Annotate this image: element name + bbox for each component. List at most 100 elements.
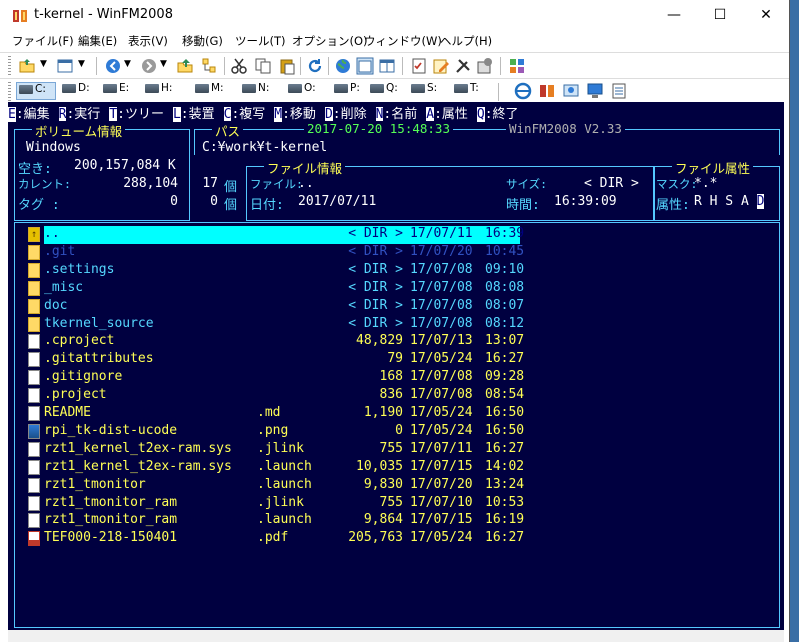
chevron-down-icon[interactable]: ▼ — [124, 59, 131, 69]
menu-window[interactable]: ウィンドウ(W) — [364, 33, 442, 49]
file-date: 17/05/24 — [410, 530, 473, 546]
menu-tools[interactable]: ツール(T) — [235, 33, 286, 49]
command-key: D — [324, 107, 333, 122]
grid-view-icon[interactable] — [508, 57, 526, 75]
window-icon[interactable] — [56, 57, 74, 75]
command-q[interactable]: Q:終了 — [476, 107, 519, 122]
file-row[interactable]: .git < DIR > 17/07/20 10:45 — [28, 244, 524, 262]
copy-icon[interactable] — [254, 57, 272, 75]
file-row[interactable]: rpi_tk-dist-ucode .png 0 17/05/24 16:50 — [28, 423, 524, 441]
menu-go[interactable]: 移動(G) — [182, 33, 223, 49]
command-t[interactable]: T:ツリー — [109, 107, 164, 122]
command-e[interactable]: E:編集 — [8, 107, 50, 122]
drive-c[interactable]: C: — [16, 82, 56, 100]
file-row[interactable]: rzt1_tmonitor_ram .jlink 755 17/07/10 10:53 — [28, 495, 524, 513]
drive-n[interactable]: N: — [240, 82, 269, 100]
menu-view[interactable]: 表示(V) — [128, 33, 168, 49]
properties-icon[interactable] — [476, 57, 494, 75]
drive-p[interactable]: P: — [332, 82, 360, 100]
file-row[interactable]: tkernel_source < DIR > 17/07/08 08:12 — [28, 316, 524, 334]
monitor-icon[interactable] — [586, 82, 604, 100]
horizontal-scrollbar[interactable] — [8, 630, 784, 642]
date-value: 2017/07/11 — [298, 194, 377, 209]
globe-icon[interactable] — [334, 57, 352, 75]
current-count: 17 — [202, 176, 218, 191]
tag-label: タグ : — [18, 198, 60, 213]
file-row[interactable]: rzt1_kernel_t2ex-ram.sys .jlink 755 17/07/1… — [28, 441, 524, 459]
menu-bar: ファイル(F) 編集(E) 表示(V) 移動(G) ツール(T) オプション(O… — [0, 30, 789, 50]
minimize-button[interactable]: — — [651, 0, 697, 30]
checklist-icon[interactable] — [410, 57, 428, 75]
drive-s[interactable]: S: — [409, 82, 437, 100]
menu-file[interactable]: ファイル(F) — [12, 33, 74, 49]
file-name: rzt1_kernel_t2ex-ram.sys — [44, 458, 232, 474]
command-c[interactable]: C:複写 — [223, 107, 265, 122]
menu-edit[interactable]: 編集(E) — [78, 33, 117, 49]
browser-icon[interactable] — [514, 82, 532, 100]
chevron-down-icon[interactable]: ▼ — [78, 59, 85, 69]
title-bar[interactable]: t-kernel - WinFM2008 — ☐ ✕ — [0, 0, 789, 30]
notepad-icon[interactable] — [610, 82, 628, 100]
file-name: TEF000-218-150401 — [44, 530, 178, 546]
file-name: .. — [44, 226, 60, 241]
file-row[interactable]: TEF000-218-150401 .pdf 205,763 17/05/24 16:2… — [28, 530, 524, 548]
open-folder-icon[interactable] — [18, 57, 36, 75]
drive-e[interactable]: E: — [101, 82, 129, 100]
paste-icon[interactable] — [278, 57, 296, 75]
file-row[interactable]: rzt1_tmonitor .launch 9,830 17/07/20 13:24 — [28, 477, 524, 495]
drive-m[interactable]: M: — [193, 82, 224, 100]
command-r[interactable]: R:実行 — [58, 107, 100, 122]
app-launcher-icon[interactable] — [538, 82, 556, 100]
chevron-down-icon[interactable]: ▼ — [40, 59, 47, 69]
close-button[interactable]: ✕ — [743, 0, 789, 30]
toolbar-grip[interactable] — [8, 82, 11, 102]
drive-h[interactable]: H: — [143, 82, 172, 100]
drive-o[interactable]: O: — [286, 82, 316, 100]
chevron-down-icon[interactable]: ▼ — [160, 59, 167, 69]
file-name: doc — [44, 297, 68, 313]
drive-q[interactable]: Q: — [368, 82, 398, 100]
file-row[interactable]: README .md 1,190 17/05/24 16:50 — [28, 405, 524, 423]
cut-icon[interactable] — [230, 57, 248, 75]
file-row[interactable]: doc < DIR > 17/07/08 08:07 — [28, 297, 524, 316]
app-window: t-kernel - WinFM2008 — ☐ ✕ ファイル(F) 編集(E)… — [0, 0, 790, 642]
single-pane-icon[interactable] — [356, 57, 374, 75]
free-label: 空き: — [18, 162, 52, 177]
command-m[interactable]: M:移動 — [274, 107, 316, 122]
drive-d[interactable]: D: — [60, 82, 90, 100]
tools-icon[interactable] — [454, 57, 472, 75]
file-row[interactable]: ↑.. < DIR > 17/07/11 16:39 — [28, 226, 524, 244]
image-file-icon — [28, 423, 40, 439]
refresh-icon[interactable] — [306, 57, 324, 75]
control-panel-icon[interactable] — [562, 82, 580, 100]
file-date: 17/07/15 — [410, 512, 473, 528]
up-folder-icon[interactable] — [176, 57, 194, 75]
file-row[interactable]: .cproject 48,829 17/07/13 13:07 — [28, 333, 524, 351]
toolbar-grip[interactable] — [8, 56, 11, 76]
command-key: A — [426, 107, 435, 122]
back-icon[interactable] — [104, 57, 122, 75]
file-row[interactable]: _misc < DIR > 17/07/08 08:08 — [28, 280, 524, 298]
file-row[interactable]: .gitignore 168 17/07/08 09:28 — [28, 369, 524, 387]
maximize-button[interactable]: ☐ — [697, 0, 743, 30]
drive-toolbar: C: D: E: H: M: N: O: P: Q: S: T: — [0, 78, 789, 103]
file-row[interactable]: .settings < DIR > 17/07/08 09:10 — [28, 262, 524, 280]
forward-icon[interactable] — [140, 57, 158, 75]
command-a[interactable]: A:属性 — [426, 107, 468, 122]
command-l[interactable]: L:装置 — [172, 107, 215, 122]
file-row[interactable]: rzt1_kernel_t2ex-ram.sys .launch 10,035 17/… — [28, 458, 524, 477]
command-n[interactable]: N:名前 — [375, 107, 417, 122]
menu-options[interactable]: オプション(O) — [292, 33, 368, 49]
file-row[interactable]: rzt1_tmonitor_ram .launch 9,864 17/07/15 16:… — [28, 512, 524, 530]
file-row[interactable]: .project 836 17/07/08 08:54 — [28, 387, 524, 405]
folder-icon — [28, 280, 40, 296]
edit-icon[interactable] — [432, 57, 450, 75]
menu-help[interactable]: ヘルプ(H) — [440, 33, 492, 49]
tree-icon[interactable] — [200, 57, 218, 75]
drive-t[interactable]: T: — [452, 82, 479, 100]
drive-icon — [334, 83, 348, 93]
file-row[interactable]: .gitattributes 79 17/05/24 16:27 — [28, 351, 524, 369]
command-d[interactable]: D:削除 — [324, 107, 367, 122]
file-name: .project — [44, 387, 107, 403]
split-pane-icon[interactable] — [378, 57, 396, 75]
